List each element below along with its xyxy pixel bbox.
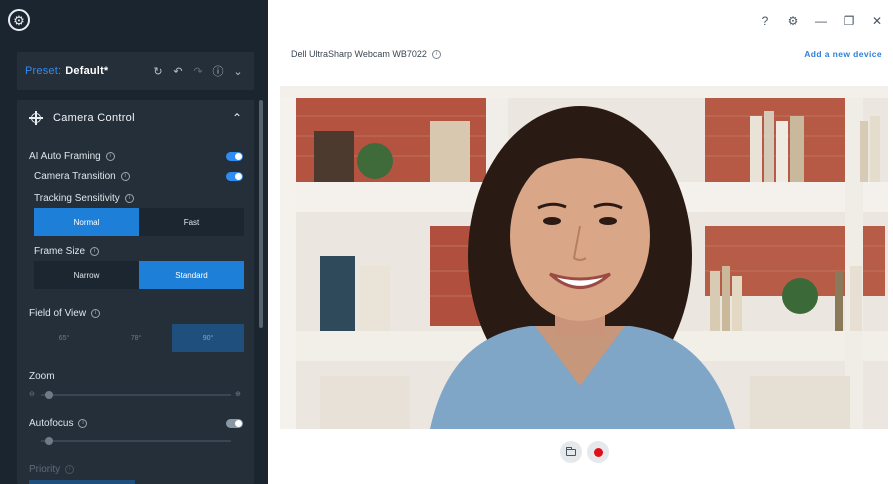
tracking-sensitivity-selector: Normal Fast <box>34 208 244 236</box>
zoom-slider-knob[interactable] <box>45 391 53 399</box>
preset-value: Default* <box>65 65 109 77</box>
frame-size-label: Frame Size <box>34 246 86 257</box>
priority-selector[interactable] <box>29 480 135 484</box>
camera-transition-row: Camera Transition i <box>34 171 130 182</box>
tracking-sensitivity-label: Tracking Sensitivity <box>34 193 120 204</box>
undo-icon[interactable]: ↶ <box>172 65 184 78</box>
fov-78-option[interactable]: 78° <box>100 324 172 352</box>
info-icon[interactable]: i <box>120 172 130 181</box>
tracking-sensitivity-row: Tracking Sensitivity i <box>34 193 134 204</box>
focus-slider-knob[interactable] <box>45 437 53 445</box>
focus-slider-track[interactable] <box>41 440 231 442</box>
preset-label: Preset: <box>25 65 62 77</box>
sidebar: ⚙ Preset: Default* ↻ ↶ ↷ ⓘ ⌄ Camera Cont… <box>0 0 268 484</box>
camera-transition-toggle[interactable] <box>226 172 243 181</box>
sidebar-scrollbar[interactable] <box>259 100 263 328</box>
camera-preview-image <box>280 86 888 429</box>
tracking-normal-option[interactable]: Normal <box>34 208 139 236</box>
tracking-fast-option[interactable]: Fast <box>139 208 244 236</box>
info-icon[interactable]: i <box>65 465 75 474</box>
frame-size-selector: Narrow Standard <box>34 261 244 289</box>
redo-icon: ↷ <box>193 65 203 78</box>
zoom-label: Zoom <box>29 371 55 382</box>
autofocus-row: Autofocus i <box>29 418 88 429</box>
ai-auto-framing-label: AI Auto Framing <box>29 151 101 162</box>
app-logo-icon[interactable]: ⚙ <box>8 9 30 31</box>
autofocus-toggle[interactable] <box>226 419 243 428</box>
fov-90-option[interactable]: 90° <box>172 324 244 352</box>
zoom-in-icon[interactable]: ⊕ <box>235 390 241 398</box>
open-folder-button[interactable] <box>560 441 582 463</box>
chevron-down-icon[interactable]: ⌄ <box>232 65 244 78</box>
zoom-slider-track[interactable] <box>41 394 231 396</box>
help-icon[interactable]: ? <box>758 14 772 28</box>
autofocus-label: Autofocus <box>29 418 74 429</box>
add-device-link[interactable]: Add a new device <box>804 49 882 59</box>
device-name-label: Dell UltraSharp Webcam WB7022 <box>291 49 427 59</box>
record-button[interactable] <box>587 441 609 463</box>
minimize-icon[interactable]: — <box>814 14 828 28</box>
camera-control-title: Camera Control <box>53 112 135 124</box>
info-icon[interactable]: ⓘ <box>212 63 224 79</box>
device-name: Dell UltraSharp Webcam WB7022 i <box>291 49 441 59</box>
field-of-view-row: Field of View i <box>29 308 101 319</box>
gear-icon[interactable]: ⚙ <box>786 14 800 28</box>
zoom-row: Zoom <box>29 371 55 382</box>
priority-row: Priority i <box>29 464 75 475</box>
ai-auto-framing-toggle[interactable] <box>226 152 243 161</box>
crosshair-icon <box>29 111 43 125</box>
info-icon[interactable]: i <box>91 309 101 318</box>
info-icon[interactable]: i <box>431 49 441 59</box>
zoom-out-icon[interactable]: ⊖ <box>29 390 35 398</box>
preset-actions: ↻ ↶ ↷ ⓘ ⌄ <box>152 63 244 79</box>
info-icon[interactable]: i <box>78 419 88 428</box>
info-icon[interactable]: i <box>105 152 115 161</box>
frame-standard-option[interactable]: Standard <box>139 261 244 289</box>
camera-control-panel: Camera Control ⌃ AI Auto Framing i Camer… <box>17 100 254 484</box>
preset-bar[interactable]: Preset: Default* ↻ ↶ ↷ ⓘ ⌄ <box>17 52 254 90</box>
info-icon[interactable]: i <box>124 194 134 203</box>
camera-control-header[interactable]: Camera Control ⌃ <box>17 100 254 136</box>
reset-icon[interactable]: ↻ <box>152 65 164 78</box>
camera-transition-label: Camera Transition <box>34 171 116 182</box>
window-controls: ? ⚙ — ❐ ✕ <box>758 14 884 28</box>
chevron-up-icon[interactable]: ⌃ <box>232 111 242 125</box>
field-of-view-label: Field of View <box>29 308 87 319</box>
frame-narrow-option[interactable]: Narrow <box>34 261 139 289</box>
info-icon[interactable]: i <box>90 247 100 256</box>
field-of-view-selector: 65° 78° 90° <box>28 324 244 352</box>
priority-label: Priority <box>29 464 61 475</box>
close-icon[interactable]: ✕ <box>870 14 884 28</box>
ai-auto-framing-row: AI Auto Framing i <box>29 151 115 162</box>
folder-icon <box>565 446 576 456</box>
record-icon <box>593 447 603 457</box>
frame-size-row: Frame Size i <box>34 246 100 257</box>
restore-icon[interactable]: ❐ <box>842 14 856 28</box>
camera-preview <box>280 86 888 429</box>
fov-65-option[interactable]: 65° <box>28 324 100 352</box>
